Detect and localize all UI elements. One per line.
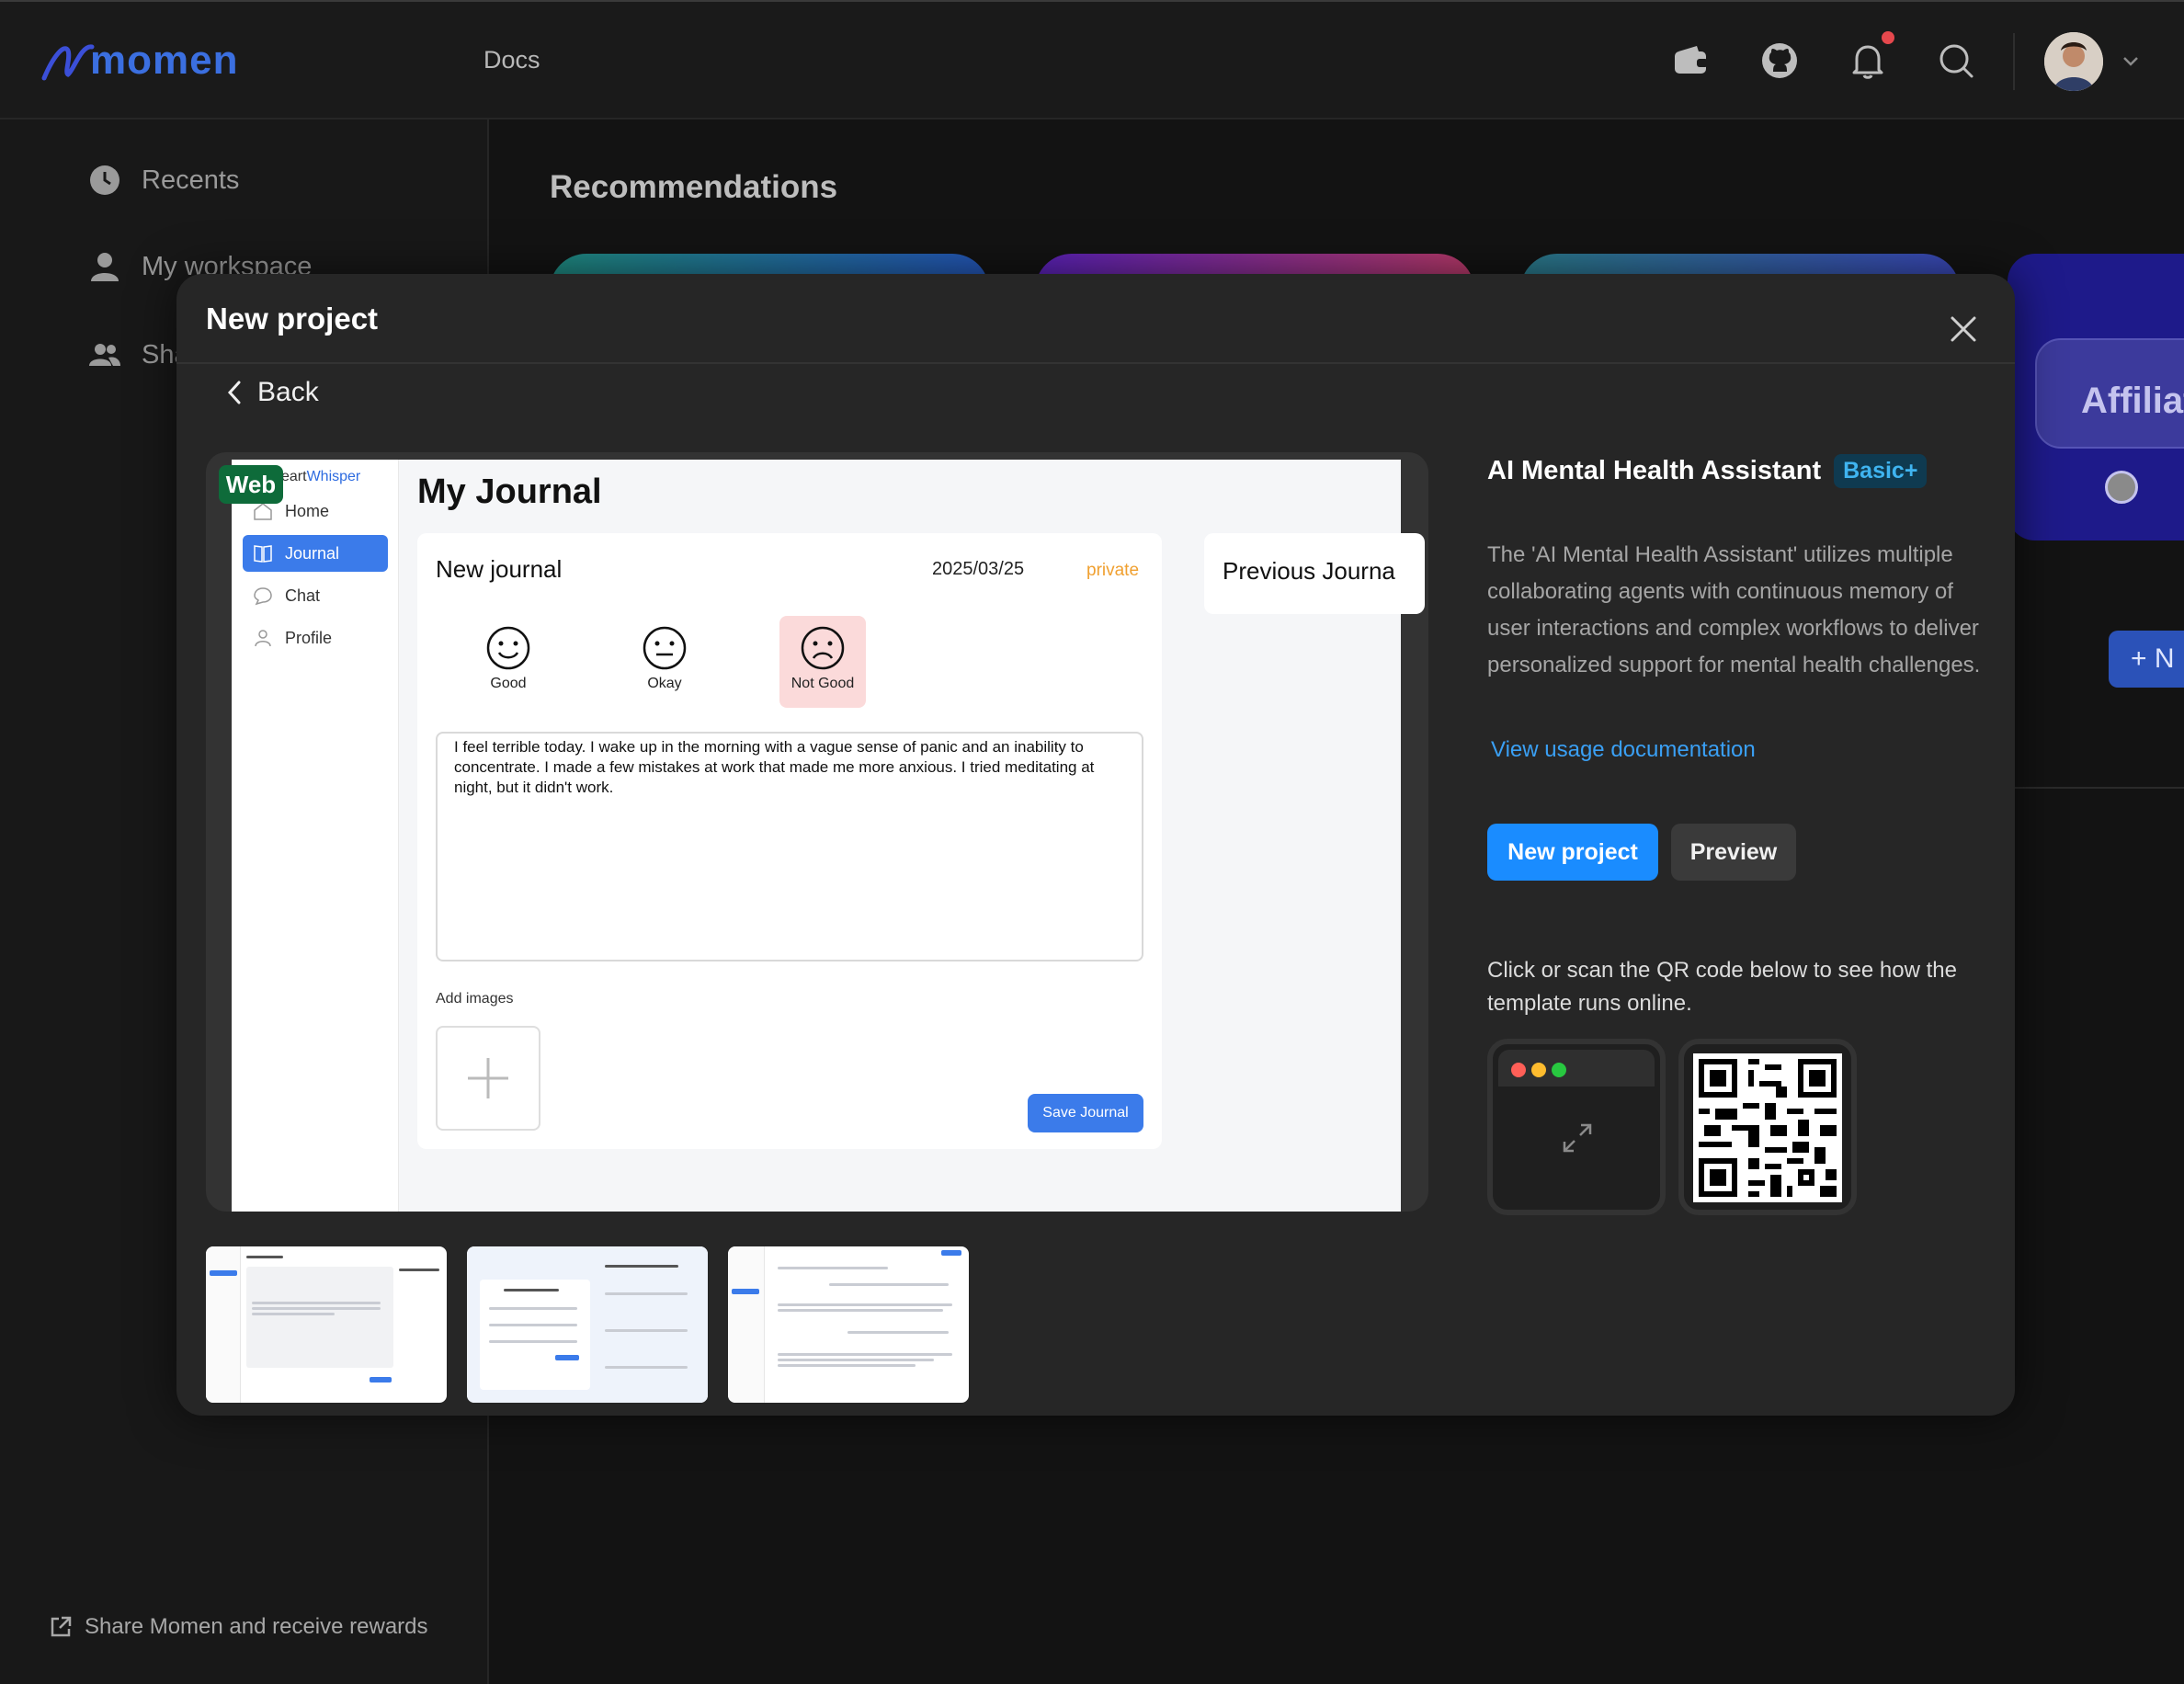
sidebar-item-recents[interactable]: Recents <box>88 164 239 197</box>
mood-label: Not Good <box>791 676 855 691</box>
mood-good: Good <box>467 616 550 708</box>
logo-mark-icon <box>41 44 95 81</box>
thumbnail-chat[interactable] <box>728 1246 969 1403</box>
notification-dot <box>1882 31 1894 44</box>
sidebar-item-shared[interactable]: Sha <box>88 338 189 371</box>
app-nav-label: Profile <box>285 628 333 647</box>
app-nav-journal: Journal <box>243 535 388 572</box>
mood-label: Good <box>490 676 527 691</box>
wallet-icon[interactable] <box>1669 39 1713 83</box>
back-button[interactable]: Back <box>224 377 319 408</box>
share-rewards-link[interactable]: Share Momen and receive rewards <box>48 1614 428 1640</box>
thumbnail-signup[interactable] <box>467 1246 708 1403</box>
mood-okay: Okay <box>623 616 706 708</box>
qr-icon <box>1693 1053 1842 1202</box>
app-screenshot: eartWhisper Home Journal Chat Profile My… <box>232 460 1425 1212</box>
app-brand: eartWhisper <box>281 469 360 485</box>
template-name: AI Mental Health Assistant <box>1487 456 1822 485</box>
app-sidebar: eartWhisper Home Journal Chat Profile <box>232 460 399 1212</box>
tier-badge: Basic+ <box>1834 454 1928 488</box>
chevron-down-icon[interactable] <box>2120 50 2142 72</box>
new-project-button[interactable]: New project <box>1487 824 1658 881</box>
affiliate-label: Affiliat <box>2035 338 2184 449</box>
top-bar: momen Docs <box>0 0 2184 119</box>
save-journal-button: Save Journal <box>1028 1094 1143 1132</box>
bell-icon[interactable] <box>1846 39 1890 83</box>
mood-label: Okay <box>647 676 682 691</box>
book-icon <box>254 545 272 563</box>
plus-icon <box>468 1058 508 1098</box>
app-brand-suffix: Whisper <box>306 469 361 484</box>
users-icon <box>89 344 120 366</box>
recommendations-title: Recommendations <box>550 169 838 205</box>
thumbnail-journal[interactable] <box>206 1246 447 1403</box>
top-divider <box>2013 33 2015 90</box>
app-nav-label: Home <box>285 501 330 520</box>
plus-icon: + <box>2131 643 2147 674</box>
app-brand-prefix: eart <box>281 469 307 484</box>
add-image-box <box>436 1026 540 1131</box>
external-link-icon <box>51 1616 72 1637</box>
close-icon[interactable] <box>1947 313 1980 346</box>
template-title: AI Mental Health Assistant Basic+ <box>1487 454 1928 488</box>
qr-instructions: Click or scan the QR code below to see h… <box>1487 958 1957 1016</box>
journal-card: New journal 2025/03/25 private Good Okay… <box>417 533 1162 1149</box>
maximize-dot <box>1552 1063 1566 1077</box>
momen-logo[interactable]: momen <box>40 37 238 85</box>
docs-link[interactable]: Docs <box>483 46 540 74</box>
avatar-person-icon <box>2044 32 2103 91</box>
avatar[interactable] <box>2044 32 2103 91</box>
chat-icon <box>254 587 272 606</box>
share-rewards-label: Share Momen and receive rewards <box>85 1614 428 1639</box>
journal-date: 2025/03/25 <box>932 559 1025 579</box>
modal-divider <box>176 362 2015 364</box>
search-icon[interactable] <box>1934 39 1978 83</box>
qr-code[interactable] <box>1678 1039 1857 1215</box>
logo-text: momen <box>90 38 239 83</box>
app-page-title: My Journal <box>417 472 602 511</box>
open-preview-window[interactable] <box>1487 1039 1666 1215</box>
new-button-label: N <box>2154 643 2175 674</box>
new-button-partial[interactable]: + N <box>2109 631 2184 688</box>
add-images-label: Add images <box>436 991 514 1007</box>
usage-documentation-link[interactable]: View usage documentation <box>1491 737 1756 763</box>
user-icon <box>91 253 119 281</box>
affiliate-card[interactable]: Affiliat <box>2008 254 2184 540</box>
new-project-modal: New project Back eartWhisper Home Journa… <box>176 274 2015 1416</box>
app-nav-label: Journal <box>285 543 340 563</box>
preview-button[interactable]: Preview <box>1671 824 1796 881</box>
journal-entry-text: I feel terrible today. I wake up in the … <box>436 732 1143 961</box>
smile-icon <box>486 626 530 670</box>
qr-code-pattern <box>1693 1053 1842 1202</box>
minimize-dot <box>1531 1063 1546 1077</box>
affiliate-avatar <box>2105 471 2138 504</box>
chevron-left-icon <box>227 381 241 404</box>
app-nav-profile: Profile <box>243 620 388 656</box>
expand-icon <box>1563 1123 1592 1153</box>
mood-not-good: Not Good <box>779 616 866 708</box>
back-label: Back <box>257 377 319 407</box>
template-description: The 'AI Mental Health Assistant' utilize… <box>1487 542 1981 677</box>
journal-card-title: New journal <box>436 555 563 583</box>
app-nav-label: Chat <box>285 586 321 605</box>
close-dot <box>1511 1063 1526 1077</box>
template-preview: eartWhisper Home Journal Chat Profile My… <box>206 452 1428 1212</box>
platform-badge: Web <box>219 465 283 504</box>
previous-journal-card: Previous Journa <box>1204 533 1425 614</box>
journal-visibility: private <box>1086 561 1140 580</box>
profile-icon <box>255 630 271 647</box>
modal-title: New project <box>206 302 379 336</box>
github-icon[interactable] <box>1757 39 1802 83</box>
app-nav-chat: Chat <box>243 577 388 614</box>
divider <box>2015 787 2184 789</box>
sad-face-icon <box>801 626 845 670</box>
sidebar-item-label: Recents <box>142 165 240 195</box>
clock-icon <box>90 165 119 195</box>
neutral-face-icon <box>643 626 687 670</box>
window-titlebar <box>1498 1050 1655 1087</box>
